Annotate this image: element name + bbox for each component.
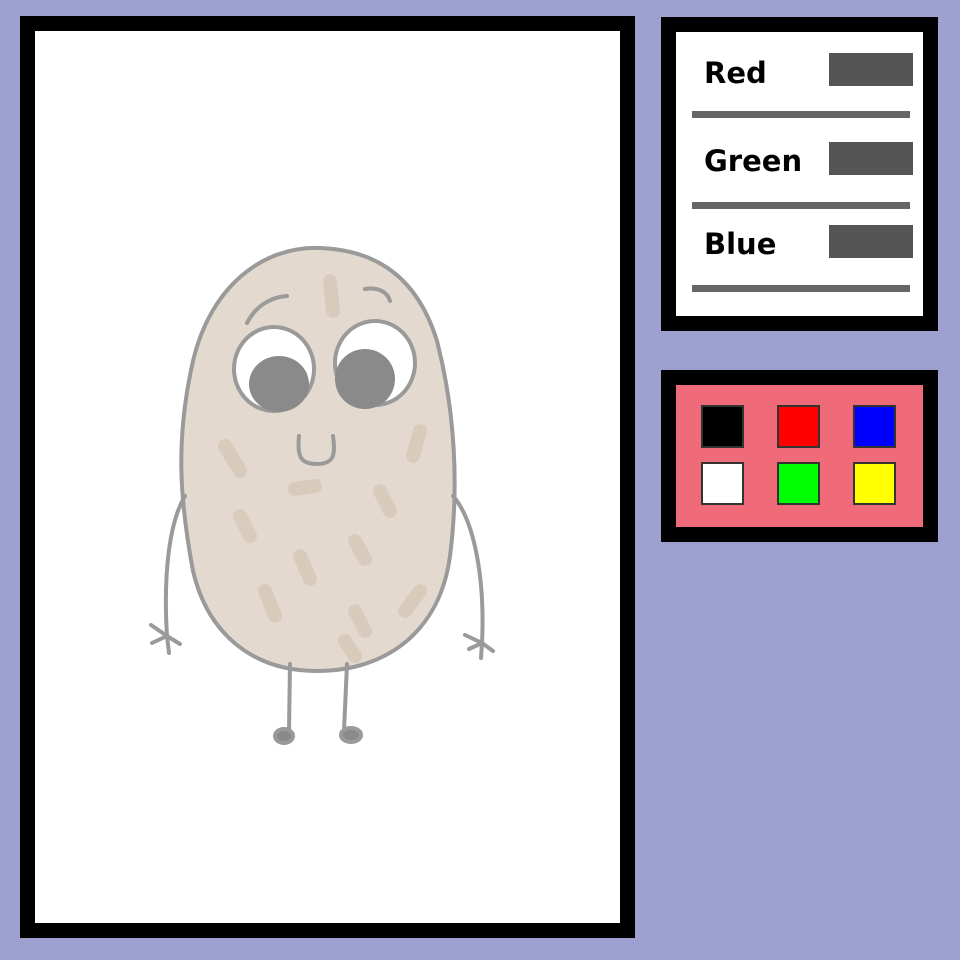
right-hand xyxy=(463,633,495,660)
blue-slider-label: Blue xyxy=(704,227,777,261)
swatch-green[interactable] xyxy=(777,462,820,505)
right-pupil xyxy=(335,349,395,409)
left-foot xyxy=(273,727,295,745)
color-palette-inner xyxy=(676,385,923,527)
left-leg xyxy=(287,662,292,733)
swatch-blue[interactable] xyxy=(853,405,896,448)
blue-slider-track[interactable] xyxy=(692,285,910,292)
left-pupil xyxy=(249,356,309,412)
swatch-black[interactable] xyxy=(701,405,744,448)
blue-slider-handle[interactable] xyxy=(829,225,913,258)
swatch-red[interactable] xyxy=(777,405,820,448)
right-foot xyxy=(339,726,363,744)
green-slider-label: Green xyxy=(704,144,803,178)
red-slider-track[interactable] xyxy=(692,111,910,118)
green-slider-track[interactable] xyxy=(692,202,910,209)
red-slider-label: Red xyxy=(704,56,767,90)
swatch-white[interactable] xyxy=(701,462,744,505)
peanut-character-drawing xyxy=(149,245,495,745)
drawing-canvas-frame xyxy=(20,16,635,938)
color-palette-panel xyxy=(661,370,938,542)
red-slider-handle[interactable] xyxy=(829,53,913,86)
swatch-yellow[interactable] xyxy=(853,462,896,505)
drawing-svg xyxy=(149,245,495,745)
right-arm xyxy=(451,494,485,645)
drawing-canvas[interactable] xyxy=(35,31,620,923)
left-arm xyxy=(163,494,187,638)
right-leg xyxy=(342,662,349,733)
green-slider-handle[interactable] xyxy=(829,142,913,175)
color-sliders-panel: Red Green Blue xyxy=(661,17,938,331)
color-sliders-inner: Red Green Blue xyxy=(676,32,923,316)
